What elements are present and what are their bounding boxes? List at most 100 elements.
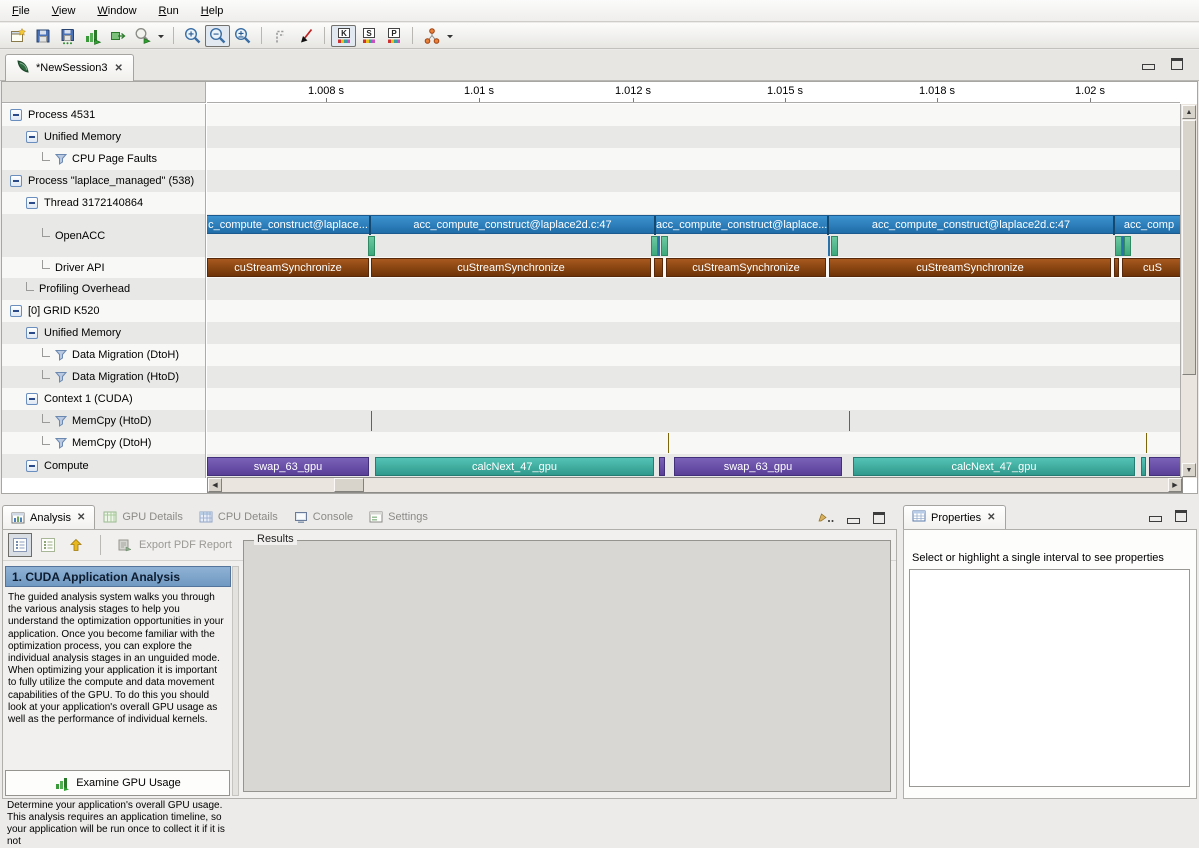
tree-row[interactable]: Data Migration (DtoH) bbox=[2, 344, 206, 366]
analysis-column-scrollbar[interactable] bbox=[232, 566, 239, 796]
marker-icon[interactable] bbox=[293, 25, 318, 47]
menu-view[interactable]: View bbox=[48, 2, 86, 20]
analysis-hierarchy-icon[interactable] bbox=[419, 25, 444, 47]
collapse-minus-icon[interactable] bbox=[26, 393, 38, 405]
tree-row[interactable]: Context 1 (CUDA) bbox=[2, 388, 206, 410]
openacc-interval-strip[interactable]: c_compute_construct@laplace...acc_comput… bbox=[207, 215, 1183, 234]
openacc-interval[interactable]: acc_compute_construct@laplace2d.c:47 bbox=[829, 216, 1113, 235]
process-colorize-icon[interactable]: P bbox=[381, 25, 406, 47]
goto-source-icon[interactable] bbox=[268, 25, 293, 47]
tree-row[interactable]: [0] GRID K520 bbox=[2, 300, 206, 322]
memcpy-dtoh-tick[interactable] bbox=[668, 433, 669, 453]
guided-analysis-view-button[interactable] bbox=[8, 533, 32, 557]
maximize-icon[interactable] bbox=[1171, 58, 1183, 70]
memcpy-htod-tick[interactable] bbox=[371, 411, 372, 431]
kernel-interval[interactable]: swap_63_gpu bbox=[207, 457, 369, 476]
caret-down-icon[interactable] bbox=[155, 25, 167, 47]
tab-gpu-details[interactable]: GPU Details bbox=[95, 505, 191, 529]
driver-api-interval[interactable] bbox=[654, 258, 663, 277]
save-icon[interactable] bbox=[30, 25, 55, 47]
driver-api-interval[interactable] bbox=[1114, 258, 1119, 277]
scroll-right-icon[interactable]: ▶ bbox=[1168, 478, 1182, 492]
openacc-interval[interactable]: acc_comp bbox=[1115, 216, 1183, 235]
collapse-minus-icon[interactable] bbox=[26, 197, 38, 209]
tree-row[interactable]: Driver API bbox=[2, 257, 206, 278]
tree-row[interactable]: CPU Page Faults bbox=[2, 148, 206, 170]
collapse-minus-icon[interactable] bbox=[26, 460, 38, 472]
stream-colorize-icon[interactable]: S bbox=[356, 25, 381, 47]
driver-api-interval[interactable]: cuS bbox=[1122, 258, 1183, 277]
close-icon[interactable]: ✕ bbox=[986, 512, 996, 523]
maximize-icon[interactable] bbox=[1175, 510, 1187, 522]
menu-window[interactable]: Window bbox=[93, 2, 146, 20]
openacc-wait-marker[interactable] bbox=[1124, 236, 1131, 256]
collapse-minus-icon[interactable] bbox=[10, 109, 22, 121]
vscroll-thumb[interactable] bbox=[1182, 120, 1196, 375]
horizontal-scrollbar[interactable]: ◀ ▶ bbox=[207, 477, 1183, 493]
collapse-minus-icon[interactable] bbox=[10, 175, 22, 187]
driver-api-interval[interactable]: cuStreamSynchronize bbox=[829, 258, 1111, 277]
tree-row[interactable]: Profiling Overhead bbox=[2, 278, 206, 300]
profile-application-icon[interactable] bbox=[80, 25, 105, 47]
scroll-left-icon[interactable]: ◀ bbox=[208, 478, 222, 492]
collapse-minus-icon[interactable] bbox=[26, 131, 38, 143]
minimize-icon[interactable] bbox=[847, 518, 860, 524]
minimize-icon[interactable] bbox=[1142, 64, 1155, 70]
maximize-icon[interactable] bbox=[873, 512, 885, 524]
examine-gpu-usage-button[interactable]: Examine GPU Usage bbox=[5, 770, 230, 796]
unguided-analysis-view-button[interactable] bbox=[36, 533, 60, 557]
scroll-up-icon[interactable]: ▲ bbox=[1182, 105, 1196, 119]
close-icon[interactable]: ✕ bbox=[114, 63, 124, 74]
kernel-colorize-icon[interactable]: K bbox=[331, 25, 356, 47]
menu-file[interactable]: File bbox=[8, 2, 40, 20]
tab-analysis[interactable]: Analysis✕ bbox=[2, 505, 95, 529]
memcpy-dtoh-tick[interactable] bbox=[1146, 433, 1147, 453]
tab-properties[interactable]: Properties ✕ bbox=[903, 505, 1006, 529]
tree-row[interactable]: MemCpy (HtoD) bbox=[2, 410, 206, 432]
timeline-content[interactable]: c_compute_construct@laplace...acc_comput… bbox=[207, 104, 1183, 478]
zoom-fit-icon[interactable]: ± bbox=[230, 25, 255, 47]
tree-row[interactable]: MemCpy (DtoH) bbox=[2, 432, 206, 454]
vertical-scrollbar[interactable]: ▲ ▼ bbox=[1180, 104, 1197, 478]
zoom-in-icon[interactable]: + bbox=[180, 25, 205, 47]
openacc-wait-marker[interactable] bbox=[651, 236, 658, 256]
openacc-wait-marker[interactable] bbox=[661, 236, 668, 256]
openacc-wait-marker[interactable] bbox=[368, 236, 375, 256]
tab-settings[interactable]: Settings bbox=[361, 505, 436, 529]
tab-console[interactable]: Console bbox=[286, 505, 361, 529]
kernel-interval[interactable] bbox=[1141, 457, 1146, 476]
collapse-minus-icon[interactable] bbox=[26, 327, 38, 339]
minimize-icon[interactable] bbox=[1149, 516, 1162, 522]
hscroll-thumb[interactable] bbox=[334, 478, 364, 492]
new-session-icon[interactable] bbox=[5, 25, 30, 47]
run-analysis-icon[interactable] bbox=[130, 25, 155, 47]
scroll-down-icon[interactable]: ▼ bbox=[1182, 463, 1196, 477]
driver-api-interval[interactable]: cuStreamSynchronize bbox=[207, 258, 369, 277]
tree-row[interactable]: Data Migration (HtoD) bbox=[2, 366, 206, 388]
kernel-interval[interactable]: calcNext_47_gpu bbox=[375, 457, 654, 476]
save-all-icon[interactable] bbox=[55, 25, 80, 47]
view-menu-icon[interactable] bbox=[816, 510, 834, 526]
caret-down-icon[interactable] bbox=[444, 25, 456, 47]
tree-row[interactable]: Unified Memory bbox=[2, 126, 206, 148]
tree-row[interactable]: Thread 3172140864 bbox=[2, 192, 206, 214]
tab-cpu-details[interactable]: CPU Details bbox=[191, 505, 286, 529]
tree-row[interactable]: Process "laplace_managed" (538) bbox=[2, 170, 206, 192]
tree-row[interactable]: Compute bbox=[2, 454, 206, 478]
tree-row[interactable]: Unified Memory bbox=[2, 322, 206, 344]
driver-api-interval[interactable]: cuStreamSynchronize bbox=[371, 258, 651, 277]
kernel-interval[interactable]: swap_63_gpu bbox=[674, 457, 842, 476]
export-pdf-button[interactable]: Export PDF Report bbox=[109, 534, 240, 556]
openacc-interval[interactable]: acc_compute_construct@laplace... bbox=[656, 216, 827, 235]
menu-run[interactable]: Run bbox=[155, 2, 189, 20]
openacc-wait-marker[interactable] bbox=[831, 236, 838, 256]
menu-help[interactable]: Help bbox=[197, 2, 234, 20]
tree-row[interactable]: Process 4531 bbox=[2, 104, 206, 126]
openacc-interval[interactable]: acc_compute_construct@laplace2d.c:47 bbox=[371, 216, 654, 235]
driver-api-interval[interactable]: cuStreamSynchronize bbox=[666, 258, 826, 277]
kernel-interval[interactable] bbox=[1149, 457, 1183, 476]
collapse-minus-icon[interactable] bbox=[10, 305, 22, 317]
back-up-button[interactable] bbox=[64, 533, 88, 557]
memcpy-htod-tick[interactable] bbox=[849, 411, 850, 431]
kernel-interval[interactable]: calcNext_47_gpu bbox=[853, 457, 1135, 476]
